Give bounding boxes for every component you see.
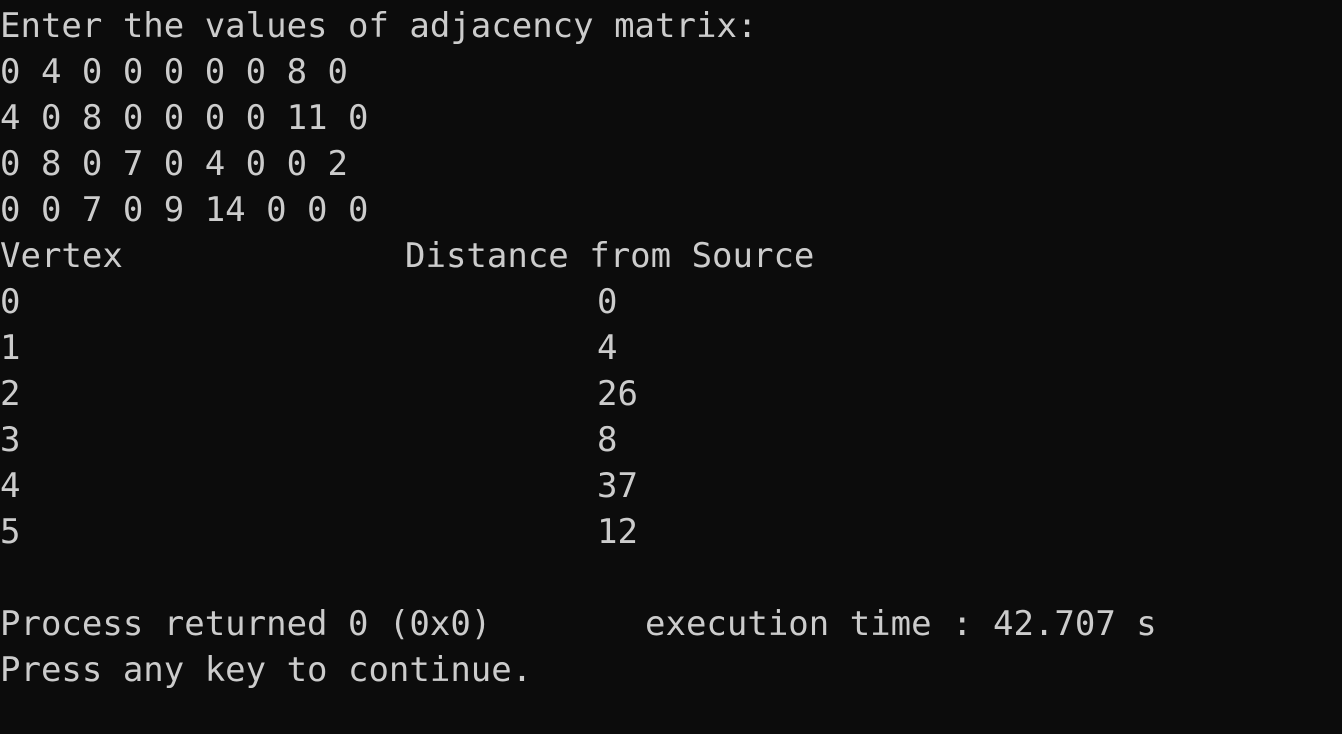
table-row: 14 [0,325,1342,371]
distance-cell: 37 [597,466,638,506]
distance-cell: 12 [597,512,638,552]
table-header: Vertex Distance from Source [0,233,1342,279]
vertex-cell: 4 [0,466,21,506]
table-row: 2 26 [0,371,1342,417]
console-window[interactable]: Enter the values of adjacency matrix: 0 … [0,0,1342,734]
table-row: 4 37 [0,463,1342,509]
distance-cell: 26 [597,374,638,414]
distance-cell: 8 [597,420,618,460]
vertex-cell: 0 [0,282,21,322]
distance-cell: 4 [597,328,618,368]
table-row: 5 12 [0,509,1342,555]
distance-header: Distance from Source [405,236,815,276]
vertex-cell: 5 [0,512,21,552]
vertex-cell: 1 [0,328,21,368]
continue-prompt: Press any key to continue. [0,650,533,690]
table-row: 00 [0,279,1342,325]
return-value: Process returned 0 (0x0) [0,604,492,644]
execution-time: execution time : 42.707 s [645,604,1157,644]
vertex-cell: 2 [0,374,21,414]
table-row: 38 [0,417,1342,463]
vertex-cell: 3 [0,420,21,460]
process-status: Process returned 0 (0x0) execution time :… [0,601,1342,647]
matrix-row: 0 4 0 0 0 0 0 8 0 [0,52,348,92]
matrix-row: 4 0 8 0 0 0 0 11 0 [0,98,369,138]
vertex-header: Vertex [0,236,123,276]
input-prompt: Enter the values of adjacency matrix: [0,6,758,46]
distance-cell: 0 [597,282,618,322]
matrix-row: 0 0 7 0 9 14 0 0 0 [0,190,369,230]
matrix-row: 0 8 0 7 0 4 0 0 2 [0,144,348,184]
